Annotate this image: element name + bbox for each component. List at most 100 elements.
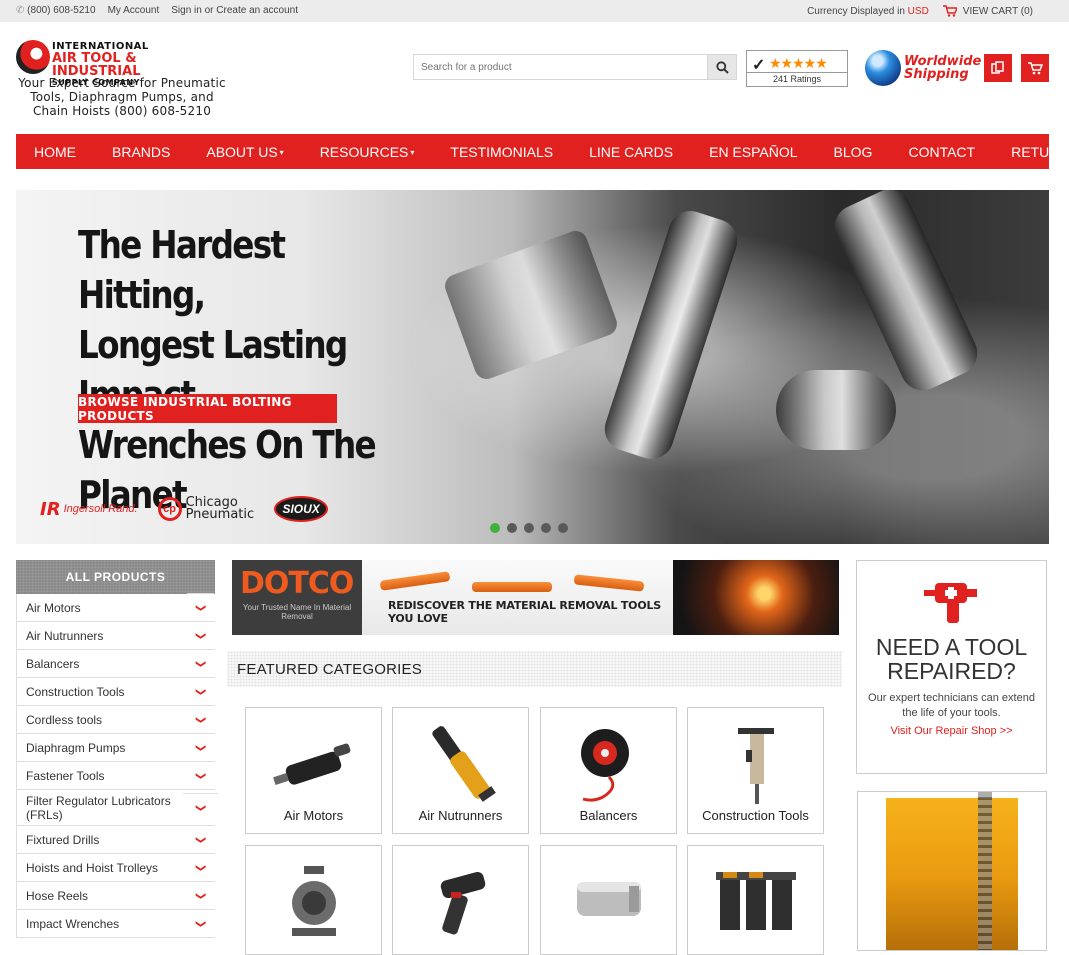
- nav-contact[interactable]: CONTACT: [890, 144, 993, 160]
- nav-about-us[interactable]: ABOUT US ▾: [188, 144, 301, 160]
- chevron-down-icon[interactable]: ❯: [187, 705, 214, 734]
- hero-headline: The Hardest Hitting, Longest Lasting Imp…: [78, 220, 413, 520]
- category-tile-construction-tools[interactable]: Construction Tools: [687, 707, 824, 834]
- search-button[interactable]: [707, 55, 736, 79]
- chevron-down-icon[interactable]: ❯: [187, 593, 214, 622]
- category-tile-air-motors[interactable]: Air Motors: [245, 707, 382, 834]
- phone-item[interactable]: ✆ (800) 608-5210: [16, 5, 96, 16]
- sidebar-item[interactable]: Filter Regulator Lubricators (FRLs) ❯: [17, 790, 218, 826]
- product-categories-sidebar: ALL PRODUCTS Air Motors ❯ Air Nutrunners ❯ B…: [16, 560, 218, 938]
- frl-unit-image: [716, 872, 796, 930]
- category-label: Balancers: [579, 808, 638, 823]
- site-logo[interactable]: INTERNATIONAL AIR TOOL & INDUSTRIAL SUPP…: [16, 38, 228, 118]
- nav-line-cards[interactable]: LINE CARDS: [571, 144, 691, 160]
- sidebar-item[interactable]: Construction Tools ❯: [17, 677, 215, 706]
- nav-returns[interactable]: RETURNS: [993, 144, 1069, 160]
- nav-home[interactable]: HOME: [16, 144, 94, 160]
- carousel-dot[interactable]: [558, 523, 568, 533]
- sign-in-link[interactable]: Sign in or Create an account: [171, 5, 298, 16]
- search-input[interactable]: [414, 55, 707, 79]
- ratings-badge[interactable]: ✓ ★★★★★ 241 Ratings: [746, 50, 848, 87]
- nav-resources-label: RESOURCES: [319, 143, 409, 160]
- sioux-logo: SIOUX: [274, 496, 329, 522]
- chevron-down-icon[interactable]: ❯: [187, 649, 214, 678]
- construction-tool-image: [738, 728, 774, 804]
- sidebar-item-label: Air Nutrunners: [26, 628, 104, 643]
- category-tile[interactable]: [687, 845, 824, 955]
- currency-display[interactable]: Currency Displayed in USD: [807, 6, 929, 17]
- category-label: Air Nutrunners: [418, 808, 503, 823]
- sidebar-item[interactable]: Balancers ❯: [17, 649, 215, 678]
- ratings-count: 241 Ratings: [747, 72, 847, 84]
- carousel-dot[interactable]: [490, 523, 500, 533]
- chevron-down-icon[interactable]: ❯: [187, 825, 214, 854]
- hero-tool-image: [776, 370, 896, 450]
- sidebar-item[interactable]: Fixtured Drills ❯: [17, 825, 215, 854]
- caret-down-icon: ▾: [279, 148, 284, 158]
- category-tile-air-nutrunners[interactable]: Air Nutrunners: [392, 707, 529, 834]
- nav-testimonials[interactable]: TESTIMONIALS: [432, 144, 571, 160]
- dotco-promo-banner[interactable]: DOTCO Your Trusted Name In Material Remo…: [232, 560, 839, 635]
- compare-button[interactable]: [984, 54, 1012, 82]
- chevron-down-icon[interactable]: ❯: [187, 761, 214, 790]
- view-cart-link[interactable]: VIEW CART (0): [942, 5, 1033, 17]
- top-utility-bar: ✆ (800) 608-5210 My Account Sign in or C…: [0, 0, 1069, 22]
- sidebar-item[interactable]: Impact Wrenches ❯: [17, 909, 215, 938]
- sidebar-item-label: Air Motors: [26, 600, 81, 615]
- diaphragm-pump-image: [292, 866, 336, 936]
- hoist-promo-panel[interactable]: [857, 791, 1047, 951]
- sidebar-item[interactable]: Hose Reels ❯: [17, 881, 215, 910]
- category-tile[interactable]: [540, 845, 677, 955]
- category-tile[interactable]: [245, 845, 382, 955]
- sidebar-item[interactable]: Diaphragm Pumps ❯: [17, 733, 215, 762]
- chevron-down-icon[interactable]: ❯: [187, 853, 214, 882]
- main-navigation: HOME BRANDS ABOUT US ▾ RESOURCES ▾ TESTIMO…: [16, 134, 1069, 169]
- chevron-down-icon[interactable]: ❯: [187, 881, 214, 910]
- sidebar-list: Air Motors ❯ Air Nutrunners ❯ Balancers ❯ Cons…: [16, 593, 218, 938]
- sidebar-item-label: Impact Wrenches: [26, 916, 120, 931]
- balancer-image: [581, 729, 629, 802]
- nav-brands[interactable]: BRANDS: [94, 144, 188, 160]
- hoist-chain-image: [978, 792, 992, 950]
- sidebar-item-label: Filter Regulator Lubricators (FRLs): [26, 793, 171, 822]
- chevron-down-icon[interactable]: ❯: [187, 621, 214, 650]
- cart-icon: [942, 5, 957, 17]
- phone-icon: ✆: [16, 5, 25, 16]
- carousel-dot[interactable]: [524, 523, 534, 533]
- hero-brand-logos: IR Ingersoll Rand. cp Chicago Pneumatic …: [40, 496, 329, 522]
- chevron-down-icon[interactable]: ❯: [187, 909, 214, 938]
- sidebar-item[interactable]: Cordless tools ❯: [17, 705, 215, 734]
- socket-image: [577, 882, 641, 916]
- category-label: Construction Tools: [702, 808, 809, 823]
- repair-title-line-1: NEED A TOOL: [875, 634, 1028, 660]
- sidebar-item[interactable]: Hoists and Hoist Trolleys ❯: [17, 853, 215, 882]
- sidebar-item[interactable]: Air Nutrunners ❯: [17, 621, 215, 650]
- tool-repair-panel: NEED A TOOL REPAIRED? Our expert technic…: [856, 560, 1047, 774]
- my-account-link[interactable]: My Account: [108, 5, 160, 16]
- category-tile-balancers[interactable]: Balancers: [540, 707, 677, 834]
- nav-resources[interactable]: RESOURCES ▾: [302, 144, 433, 160]
- nav-en-espanol[interactable]: EN ESPAÑOL: [691, 144, 815, 160]
- repair-shop-link[interactable]: Visit Our Repair Shop >>: [890, 725, 1012, 737]
- nav-blog[interactable]: BLOG: [816, 144, 891, 160]
- chicago-pneumatic-logo: cp Chicago Pneumatic: [157, 496, 254, 521]
- category-tile[interactable]: [392, 845, 529, 955]
- chevron-down-icon[interactable]: ❯: [187, 677, 214, 706]
- carousel-dot[interactable]: [541, 523, 551, 533]
- search-icon: [715, 60, 729, 74]
- chevron-down-icon[interactable]: ❯: [183, 793, 218, 822]
- chevron-down-icon[interactable]: ❯: [187, 733, 214, 762]
- sparks-image: [673, 560, 839, 635]
- air-motor-image: [273, 743, 351, 785]
- category-label: Air Motors: [283, 808, 344, 823]
- browse-bolting-button[interactable]: BROWSE INDUSTRIAL BOLTING PRODUCTS: [78, 394, 337, 423]
- hoist-image: [886, 798, 1018, 950]
- cart-button[interactable]: [1021, 54, 1049, 82]
- globe-icon: [865, 50, 901, 86]
- sidebar-item[interactable]: Fastener Tools ❯: [17, 761, 215, 790]
- carousel-dot[interactable]: [507, 523, 517, 533]
- dotco-tagline: Your Trusted Name In Material Removal: [242, 603, 352, 621]
- sidebar-item[interactable]: Air Motors ❯: [17, 593, 215, 622]
- sidebar-item-label: Balancers: [26, 656, 80, 671]
- hero-banner[interactable]: The Hardest Hitting, Longest Lasting Imp…: [16, 190, 1049, 544]
